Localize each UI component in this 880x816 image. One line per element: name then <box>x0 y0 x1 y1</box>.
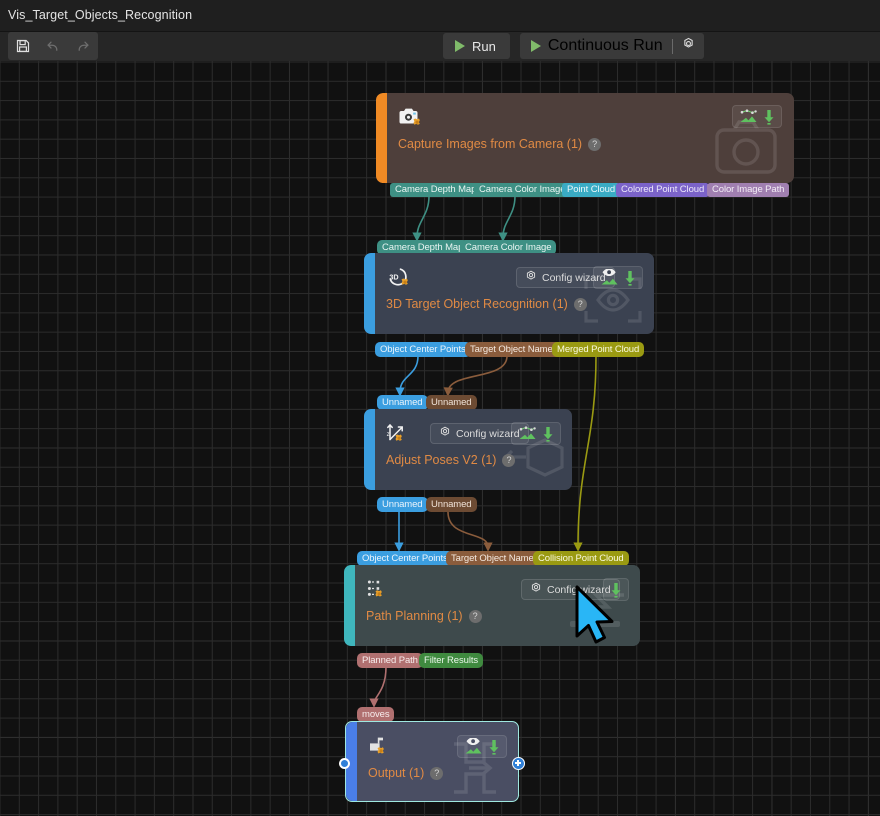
node-icon-group <box>457 735 507 758</box>
node-accent-bar <box>376 93 387 183</box>
port-filter-results[interactable]: Filter Results <box>419 653 483 668</box>
download-icon[interactable] <box>763 109 775 125</box>
gear-icon <box>681 36 696 56</box>
wizard-icon <box>525 269 537 287</box>
continuous-run-group: Continuous Run <box>520 33 704 59</box>
port-camera-color-image[interactable]: Camera Color Image <box>474 183 570 197</box>
node-icon-group <box>511 422 561 445</box>
node-title: 3D Target Object Recognition (1) ? <box>386 297 587 311</box>
axes-icon: z <box>386 422 410 449</box>
redo-button[interactable] <box>68 32 98 60</box>
node-title: Output (1) ? <box>368 766 443 780</box>
port-camera-depth-map[interactable]: Camera Depth Map <box>390 183 481 197</box>
continuous-run-settings-button[interactable] <box>673 36 704 56</box>
save-icon <box>15 38 31 54</box>
graph-canvas[interactable]: Capture Images from Camera (1) ? <box>0 61 880 816</box>
input-port-collision-point-cloud[interactable]: Collision Point Cloud <box>533 551 629 566</box>
port-color-image-path[interactable]: Color Image Path <box>707 183 789 197</box>
help-icon[interactable]: ? <box>574 298 587 311</box>
node-output[interactable]: Output (1) ? <box>345 721 519 802</box>
save-button[interactable] <box>8 32 38 60</box>
node-accent-bar <box>364 409 375 490</box>
help-icon[interactable]: ? <box>430 767 443 780</box>
continuous-run-button[interactable]: Continuous Run <box>520 37 672 55</box>
help-icon[interactable]: ? <box>502 454 515 467</box>
port-planned-path[interactable]: Planned Path <box>357 653 423 668</box>
port-colored-point-cloud[interactable]: Colored Point Cloud <box>616 183 709 197</box>
svg-text:z: z <box>387 432 390 438</box>
redo-icon <box>75 38 91 54</box>
window-title: Vis_Target_Objects_Recognition <box>8 8 192 22</box>
port-target-object-names[interactable]: Target Object Names <box>465 342 562 357</box>
port-point-cloud[interactable]: Point Cloud <box>562 183 620 197</box>
toolbar-left-group <box>8 32 98 60</box>
node-title: Capture Images from Camera (1) ? <box>398 137 601 151</box>
output-icon <box>368 735 392 762</box>
continuous-run-label: Continuous Run <box>548 37 663 55</box>
node-capture-images-from-camera[interactable]: Capture Images from Camera (1) ? <box>376 93 794 183</box>
3d-icon: 3D <box>386 266 410 293</box>
eye-scene-icon[interactable] <box>464 738 483 755</box>
download-icon[interactable] <box>624 270 636 286</box>
help-icon[interactable]: ? <box>588 138 601 151</box>
node-title-text: 3D Target Object Recognition (1) <box>386 297 568 311</box>
node-title-text: Path Planning (1) <box>366 609 463 623</box>
port-merged-point-cloud[interactable]: Merged Point Cloud <box>552 342 644 357</box>
node-adjust-poses-v2[interactable]: z Adjust Poses V2 (1) ? Config wizard <box>364 409 572 490</box>
node-title: Adjust Poses V2 (1) ? <box>386 453 515 467</box>
node-title-text: Output (1) <box>368 766 424 780</box>
input-port-moves[interactable]: moves <box>357 707 394 722</box>
wizard-icon <box>530 581 542 599</box>
output-node-right-connector[interactable] <box>512 757 525 770</box>
path-icon <box>366 578 390 605</box>
eye-scene-icon[interactable] <box>600 269 619 286</box>
input-port-target-object-names[interactable]: Target Object Names <box>446 551 543 566</box>
port-object-center-points[interactable]: Object Center Points <box>375 342 471 357</box>
node-icon-group <box>732 105 782 128</box>
help-icon[interactable]: ? <box>469 610 482 623</box>
undo-button[interactable] <box>38 32 68 60</box>
download-icon[interactable] <box>488 739 500 755</box>
toolbar-run-group: Run Continuous Run <box>443 33 704 59</box>
node-title: Path Planning (1) ? <box>366 609 482 623</box>
camera-icon <box>398 106 422 133</box>
run-button[interactable]: Run <box>443 33 510 59</box>
point-cloud-icon[interactable] <box>739 109 758 124</box>
input-port-unnamed-names[interactable]: Unnamed <box>426 395 477 410</box>
node-accent-bar <box>364 253 375 334</box>
node-icon-group <box>593 266 643 289</box>
output-node-left-connector[interactable] <box>339 758 350 769</box>
wizard-icon <box>439 425 451 443</box>
undo-icon <box>45 38 61 54</box>
run-button-label: Run <box>472 39 496 54</box>
node-icon-group <box>603 578 629 601</box>
node-3d-target-object-recognition[interactable]: 3D 3D Target Object Recognition (1) ? Co… <box>364 253 654 334</box>
node-title-text: Adjust Poses V2 (1) <box>386 453 496 467</box>
port-unnamed-pose[interactable]: Unnamed <box>377 497 428 512</box>
download-icon[interactable] <box>542 426 554 442</box>
node-accent-bar <box>344 565 355 646</box>
main-toolbar: Run Continuous Run <box>0 32 880 61</box>
input-port-object-center-points[interactable]: Object Center Points <box>357 551 453 566</box>
download-icon[interactable] <box>610 582 622 598</box>
play-icon <box>455 40 465 52</box>
input-port-unnamed-pose[interactable]: Unnamed <box>377 395 428 410</box>
config-wizard-label: Config wizard <box>547 584 611 596</box>
node-path-planning[interactable]: Path Planning (1) ? Config wizard <box>344 565 640 646</box>
play-icon <box>531 40 541 52</box>
port-unnamed-names[interactable]: Unnamed <box>426 497 477 512</box>
window-titlebar: Vis_Target_Objects_Recognition <box>0 0 880 32</box>
point-cloud-icon[interactable] <box>518 426 537 441</box>
node-title-text: Capture Images from Camera (1) <box>398 137 582 151</box>
svg-text:3D: 3D <box>389 273 398 282</box>
